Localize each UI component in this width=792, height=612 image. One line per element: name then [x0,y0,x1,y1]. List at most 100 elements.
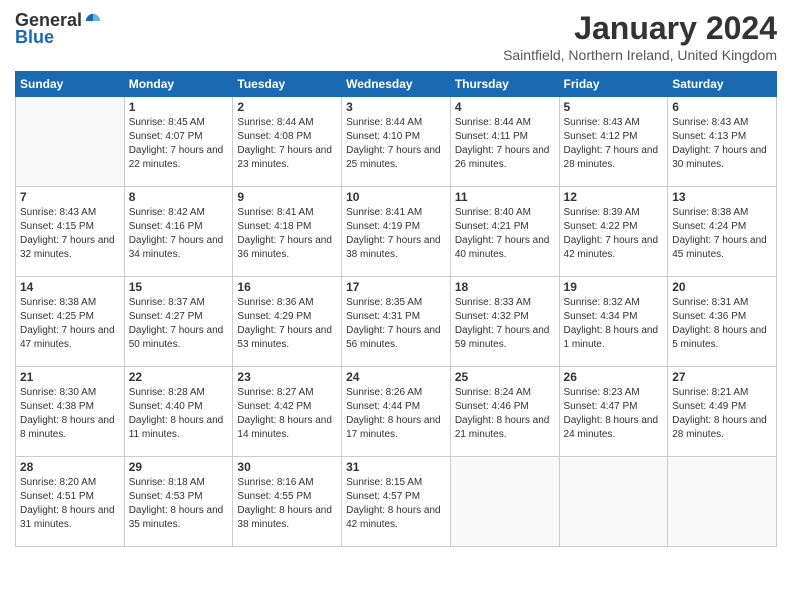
day-number: 17 [346,280,446,294]
sunset-text: Sunset: 4:29 PM [237,311,311,322]
calendar-cell: 12 Sunrise: 8:39 AM Sunset: 4:22 PM Dayl… [559,187,668,277]
sunrise-text: Sunrise: 8:37 AM [129,297,205,308]
daylight-text: Daylight: 8 hours and 8 minutes. [20,415,115,440]
sunset-text: Sunset: 4:19 PM [346,221,420,232]
daylight-text: Daylight: 7 hours and 22 minutes. [129,145,224,170]
col-tuesday: Tuesday [233,72,342,97]
calendar-cell: 8 Sunrise: 8:42 AM Sunset: 4:16 PM Dayli… [124,187,233,277]
sunset-text: Sunset: 4:25 PM [20,311,94,322]
sunset-text: Sunset: 4:22 PM [564,221,638,232]
day-number: 30 [237,460,337,474]
daylight-text: Daylight: 7 hours and 30 minutes. [672,145,767,170]
day-number: 9 [237,190,337,204]
sunrise-text: Sunrise: 8:30 AM [20,387,96,398]
day-info: Sunrise: 8:40 AM Sunset: 4:21 PM Dayligh… [455,206,555,262]
calendar-cell: 26 Sunrise: 8:23 AM Sunset: 4:47 PM Dayl… [559,367,668,457]
sunrise-text: Sunrise: 8:44 AM [346,117,422,128]
calendar-cell: 25 Sunrise: 8:24 AM Sunset: 4:46 PM Dayl… [450,367,559,457]
day-number: 20 [672,280,772,294]
daylight-text: Daylight: 7 hours and 59 minutes. [455,325,550,350]
sunrise-text: Sunrise: 8:40 AM [455,207,531,218]
calendar-week-5: 28 Sunrise: 8:20 AM Sunset: 4:51 PM Dayl… [16,457,777,547]
calendar-cell: 20 Sunrise: 8:31 AM Sunset: 4:36 PM Dayl… [668,277,777,367]
sunrise-text: Sunrise: 8:33 AM [455,297,531,308]
calendar-cell: 30 Sunrise: 8:16 AM Sunset: 4:55 PM Dayl… [233,457,342,547]
calendar-cell [668,457,777,547]
sunrise-text: Sunrise: 8:44 AM [237,117,313,128]
calendar-cell: 2 Sunrise: 8:44 AM Sunset: 4:08 PM Dayli… [233,97,342,187]
day-number: 23 [237,370,337,384]
daylight-text: Daylight: 7 hours and 36 minutes. [237,235,332,260]
daylight-text: Daylight: 8 hours and 21 minutes. [455,415,550,440]
sunset-text: Sunset: 4:49 PM [672,401,746,412]
day-info: Sunrise: 8:28 AM Sunset: 4:40 PM Dayligh… [129,386,229,442]
sunset-text: Sunset: 4:42 PM [237,401,311,412]
sunrise-text: Sunrise: 8:36 AM [237,297,313,308]
day-number: 18 [455,280,555,294]
day-info: Sunrise: 8:39 AM Sunset: 4:22 PM Dayligh… [564,206,664,262]
sunset-text: Sunset: 4:32 PM [455,311,529,322]
day-info: Sunrise: 8:33 AM Sunset: 4:32 PM Dayligh… [455,296,555,352]
day-info: Sunrise: 8:37 AM Sunset: 4:27 PM Dayligh… [129,296,229,352]
day-info: Sunrise: 8:16 AM Sunset: 4:55 PM Dayligh… [237,476,337,532]
location-subtitle: Saintfield, Northern Ireland, United Kin… [503,47,777,63]
daylight-text: Daylight: 8 hours and 35 minutes. [129,505,224,530]
daylight-text: Daylight: 8 hours and 38 minutes. [237,505,332,530]
day-number: 31 [346,460,446,474]
day-number: 10 [346,190,446,204]
daylight-text: Daylight: 7 hours and 40 minutes. [455,235,550,260]
sunset-text: Sunset: 4:36 PM [672,311,746,322]
sunset-text: Sunset: 4:07 PM [129,131,203,142]
day-info: Sunrise: 8:45 AM Sunset: 4:07 PM Dayligh… [129,116,229,172]
calendar-cell: 4 Sunrise: 8:44 AM Sunset: 4:11 PM Dayli… [450,97,559,187]
day-number: 15 [129,280,229,294]
calendar-week-1: 1 Sunrise: 8:45 AM Sunset: 4:07 PM Dayli… [16,97,777,187]
sunset-text: Sunset: 4:18 PM [237,221,311,232]
daylight-text: Daylight: 7 hours and 32 minutes. [20,235,115,260]
day-number: 27 [672,370,772,384]
day-info: Sunrise: 8:43 AM Sunset: 4:13 PM Dayligh… [672,116,772,172]
logo-blue-text: Blue [15,27,54,48]
day-info: Sunrise: 8:18 AM Sunset: 4:53 PM Dayligh… [129,476,229,532]
day-number: 11 [455,190,555,204]
day-number: 26 [564,370,664,384]
daylight-text: Daylight: 8 hours and 42 minutes. [346,505,441,530]
calendar-cell: 31 Sunrise: 8:15 AM Sunset: 4:57 PM Dayl… [342,457,451,547]
sunrise-text: Sunrise: 8:43 AM [672,117,748,128]
calendar-cell [16,97,125,187]
daylight-text: Daylight: 8 hours and 24 minutes. [564,415,659,440]
sunrise-text: Sunrise: 8:44 AM [455,117,531,128]
sunset-text: Sunset: 4:16 PM [129,221,203,232]
sunset-text: Sunset: 4:46 PM [455,401,529,412]
day-number: 14 [20,280,120,294]
day-number: 13 [672,190,772,204]
calendar-table: Sunday Monday Tuesday Wednesday Thursday… [15,71,777,547]
calendar-cell: 16 Sunrise: 8:36 AM Sunset: 4:29 PM Dayl… [233,277,342,367]
day-number: 1 [129,100,229,114]
sunrise-text: Sunrise: 8:43 AM [564,117,640,128]
sunset-text: Sunset: 4:11 PM [455,131,528,142]
day-info: Sunrise: 8:43 AM Sunset: 4:15 PM Dayligh… [20,206,120,262]
day-info: Sunrise: 8:27 AM Sunset: 4:42 PM Dayligh… [237,386,337,442]
day-info: Sunrise: 8:38 AM Sunset: 4:24 PM Dayligh… [672,206,772,262]
sunset-text: Sunset: 4:21 PM [455,221,529,232]
sunset-text: Sunset: 4:38 PM [20,401,94,412]
calendar-cell: 5 Sunrise: 8:43 AM Sunset: 4:12 PM Dayli… [559,97,668,187]
day-number: 28 [20,460,120,474]
sunset-text: Sunset: 4:15 PM [20,221,94,232]
day-number: 21 [20,370,120,384]
calendar-cell: 28 Sunrise: 8:20 AM Sunset: 4:51 PM Dayl… [16,457,125,547]
sunset-text: Sunset: 4:53 PM [129,491,203,502]
daylight-text: Daylight: 7 hours and 42 minutes. [564,235,659,260]
sunset-text: Sunset: 4:31 PM [346,311,420,322]
daylight-text: Daylight: 8 hours and 31 minutes. [20,505,115,530]
day-info: Sunrise: 8:43 AM Sunset: 4:12 PM Dayligh… [564,116,664,172]
day-number: 24 [346,370,446,384]
day-info: Sunrise: 8:44 AM Sunset: 4:10 PM Dayligh… [346,116,446,172]
sunrise-text: Sunrise: 8:38 AM [20,297,96,308]
sunrise-text: Sunrise: 8:45 AM [129,117,205,128]
sunrise-text: Sunrise: 8:38 AM [672,207,748,218]
daylight-text: Daylight: 7 hours and 38 minutes. [346,235,441,260]
sunrise-text: Sunrise: 8:15 AM [346,477,422,488]
daylight-text: Daylight: 7 hours and 47 minutes. [20,325,115,350]
